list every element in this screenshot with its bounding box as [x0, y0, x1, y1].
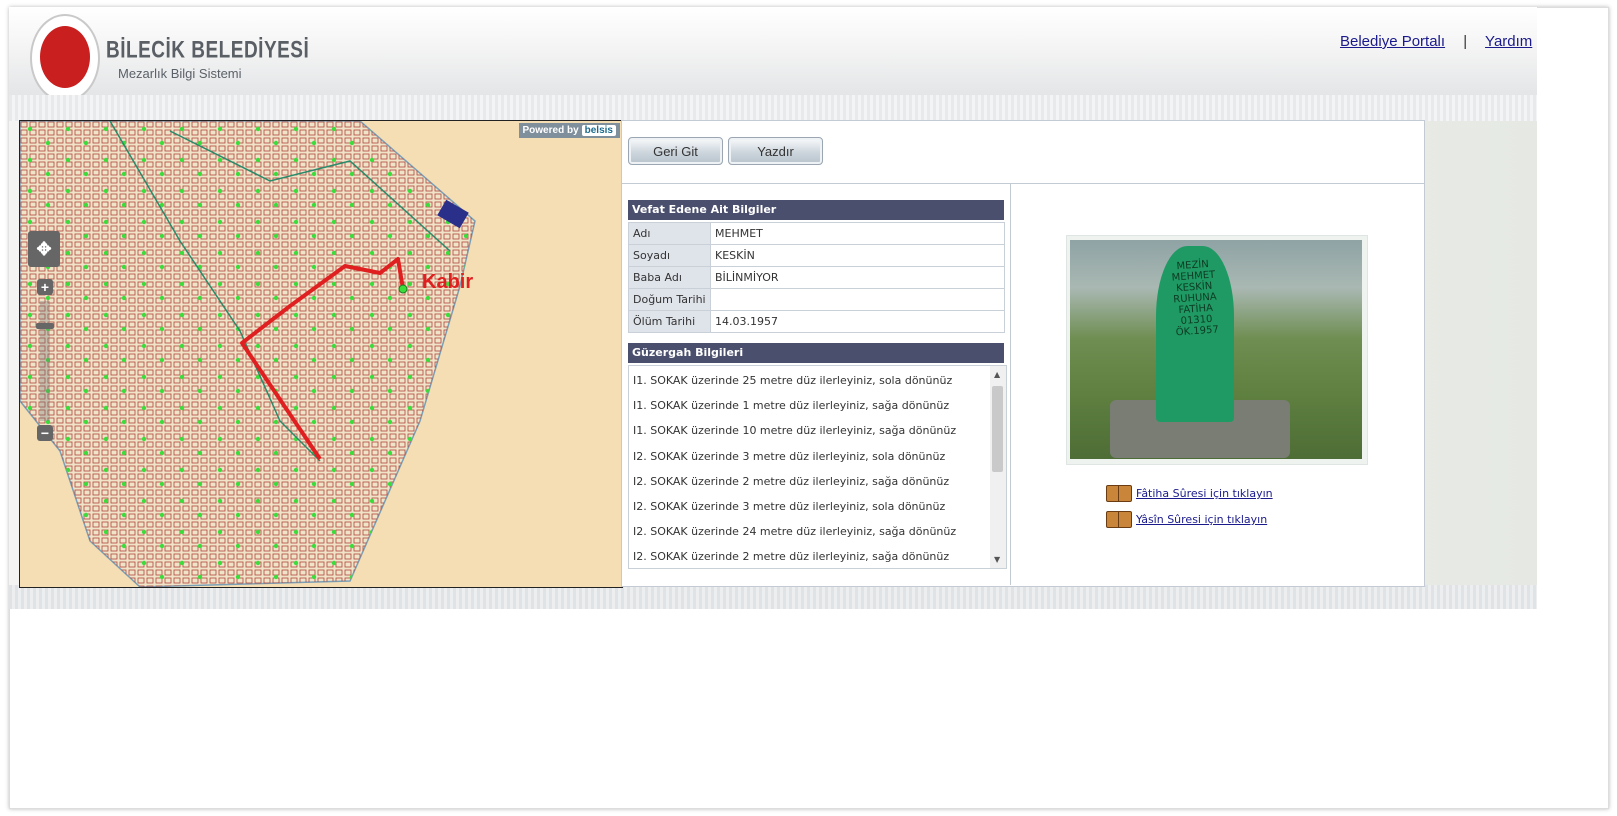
table-row: Doğum Tarihi	[628, 288, 1005, 311]
list-item: I2. SOKAK üzerinde 24 metre düz ilerleyi…	[633, 525, 957, 539]
field-value: 14.03.1957	[710, 310, 1005, 333]
list-item: I2. SOKAK üzerinde 2 metre düz ilerleyin…	[633, 474, 950, 488]
column-divider	[1010, 183, 1011, 585]
grave-marker-icon	[398, 284, 408, 294]
field-label: Doğum Tarihi	[628, 288, 711, 311]
field-label: Baba Adı	[628, 266, 711, 289]
municipality-portal-link[interactable]: Belediye Portalı	[1340, 33, 1445, 50]
table-row: Soyadı KESKİN	[628, 244, 1005, 267]
gravestone-photo: MEZİN MEHMET KESKİN RUHUNA FATİHA 01310 …	[1066, 235, 1368, 465]
deceased-section-header: Vefat Edene Ait Bilgiler	[628, 200, 1004, 220]
yasin-link[interactable]: Yâsîn Sûresi için tıklayın	[1136, 513, 1267, 526]
list-item: I1. SOKAK üzerinde 1 metre düz ilerleyin…	[633, 399, 950, 413]
route-section-header: Güzergah Bilgileri	[628, 343, 1004, 363]
top-links: Belediye Portalı | Yardım	[1340, 33, 1532, 50]
footer-stripe	[9, 585, 1537, 609]
field-value: BİLİNMİYOR	[710, 266, 1005, 289]
list-item: I1. SOKAK üzerinde 25 metre düz ilerleyi…	[633, 374, 953, 387]
field-value: KESKİN	[710, 244, 1005, 267]
fatiha-link-row[interactable]: Fâtiha Sûresi için tıklayın	[1106, 485, 1273, 502]
list-item: I2. SOKAK üzerinde 2 metre düz ilerleyin…	[633, 550, 950, 564]
header-stripe	[9, 95, 1537, 121]
brand-title: BİLECİK BELEDİYESİ	[106, 37, 310, 64]
table-row: Baba Adı BİLİNMİYOR	[628, 266, 1005, 289]
gravestone-inscription: MEZİN MEHMET KESKİN RUHUNA FATİHA 01310 …	[1157, 258, 1232, 340]
details-panel: Geri Git Yazdır Vefat Edene Ait Bilgiler…	[621, 120, 1425, 587]
back-button[interactable]: Geri Git	[628, 137, 723, 165]
table-row: Adı MEHMET	[628, 222, 1005, 245]
zoom-slider-handle[interactable]	[36, 323, 54, 329]
route-list-box[interactable]: I1. SOKAK üzerinde 25 metre düz ilerleyi…	[628, 365, 1007, 569]
print-button[interactable]: Yazdır	[728, 137, 823, 165]
field-label: Soyadı	[628, 244, 711, 267]
link-separator: |	[1463, 33, 1468, 50]
zoom-out-button[interactable]: −	[37, 425, 53, 441]
field-value: MEHMET	[710, 222, 1005, 245]
zoom-slider[interactable]	[36, 301, 54, 421]
scroll-down-icon[interactable]: ▼	[994, 555, 1000, 564]
fatiha-link[interactable]: Fâtiha Sûresi için tıklayın	[1136, 487, 1273, 500]
quran-book-icon	[1106, 511, 1132, 528]
municipality-logo	[30, 14, 100, 102]
logo-emblem-icon	[40, 26, 90, 88]
powered-by-label: Powered by	[522, 125, 579, 136]
gravestone-image: MEZİN MEHMET KESKİN RUHUNA FATİHA 01310 …	[1070, 240, 1362, 459]
destination-label: Kabir	[422, 271, 474, 293]
scrollbar-thumb[interactable]	[992, 386, 1003, 472]
zoom-in-button[interactable]: +	[37, 279, 53, 295]
route-scrollbar[interactable]: ▲ ▼	[990, 366, 1006, 568]
powered-by-badge: Powered by belsis	[518, 123, 620, 138]
scroll-up-icon[interactable]: ▲	[994, 370, 1000, 379]
cemetery-map[interactable]: Powered by belsis ✥ + − Kabir	[19, 120, 623, 588]
field-label: Adı	[628, 222, 711, 245]
route-steps: I1. SOKAK üzerinde 25 metre düz ilerleyi…	[633, 374, 957, 568]
list-item: I2. SOKAK üzerinde 3 metre düz ilerleyin…	[633, 449, 946, 463]
panel-divider	[622, 183, 1424, 184]
deceased-info-table: Adı MEHMET Soyadı KESKİN Baba Adı BİLİNMİYO…	[628, 222, 1005, 333]
field-value	[710, 288, 1005, 311]
brand-subtitle: Mezarlık Bilgi Sistemi	[118, 66, 242, 81]
help-link[interactable]: Yardım	[1485, 33, 1532, 50]
yasin-link-row[interactable]: Yâsîn Sûresi için tıklayın	[1106, 511, 1267, 528]
pan-control-icon[interactable]: ✥	[28, 231, 60, 267]
quran-book-icon	[1106, 485, 1132, 502]
list-item: I1. SOKAK üzerinde 10 metre düz ilerleyi…	[633, 424, 957, 438]
list-item: I2. SOKAK üzerinde 3 metre düz ilerleyin…	[633, 499, 946, 513]
belsis-logo: belsis	[581, 125, 616, 136]
field-label: Ölüm Tarihi	[628, 310, 711, 333]
table-row: Ölüm Tarihi 14.03.1957	[628, 310, 1005, 333]
map-canvas[interactable]	[20, 121, 622, 587]
